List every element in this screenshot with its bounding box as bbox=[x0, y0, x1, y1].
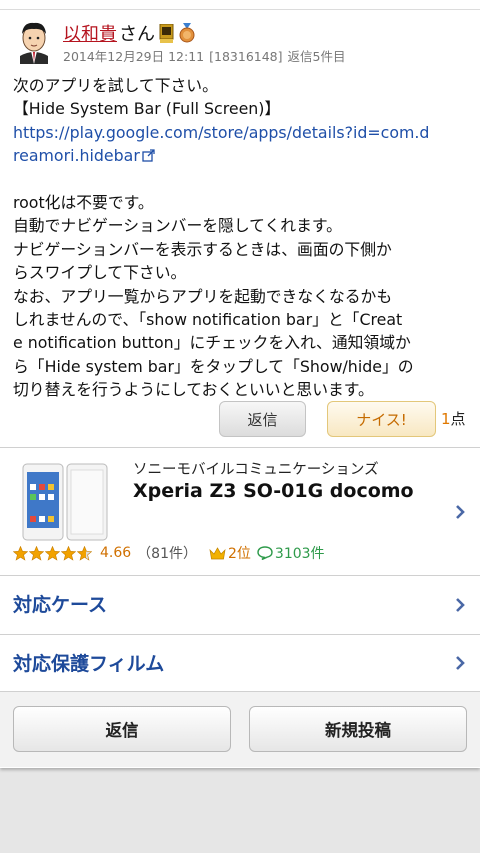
ranking[interactable]: 2位 bbox=[228, 543, 251, 563]
body-line: らスワイプして下さい。 bbox=[13, 263, 187, 283]
nice-count: 1点 bbox=[441, 408, 466, 429]
body-line: 切り替えを行うようにしておくといいと思います。 bbox=[13, 380, 374, 400]
author-name-link[interactable]: 以和貴 bbox=[63, 20, 117, 46]
screen-protector-label: 対応保護フィルム bbox=[13, 653, 165, 675]
app-link-line1[interactable]: https://play.google.com/store/apps/detai… bbox=[13, 123, 429, 142]
rating-value: 4.66 bbox=[100, 545, 132, 561]
compatible-cases-label: 対応ケース bbox=[13, 594, 108, 616]
nice-button[interactable]: ナイス! bbox=[327, 401, 436, 437]
star-icon bbox=[61, 545, 76, 561]
post-date: 2014年12月29日 12:11 bbox=[63, 49, 205, 64]
new-post-button[interactable]: 新規投稿 bbox=[249, 706, 467, 752]
rating-stars bbox=[13, 545, 93, 561]
star-icon bbox=[13, 545, 28, 561]
star-half-icon bbox=[77, 545, 92, 561]
body-line: 【Hide System Bar (Full Screen)】 bbox=[13, 99, 281, 119]
body-line: 次のアプリを試して下さい。 bbox=[13, 76, 218, 95]
body-line: root化は不要です。 bbox=[13, 192, 154, 212]
product-stats: 4.66 （81件） 2位 3103件 bbox=[13, 542, 325, 564]
post-id: [18316148] bbox=[209, 49, 283, 64]
post-meta: 2014年12月29日 12:11 [18316148] 返信5件目 bbox=[63, 46, 350, 65]
screen-protector-link[interactable]: 対応保護フィルム bbox=[0, 635, 480, 693]
medal-icon bbox=[179, 23, 195, 43]
reply-number: 返信5件目 bbox=[287, 49, 346, 64]
body-line: しれませんので、「show notification bar」と「Creat bbox=[13, 309, 403, 329]
star-icon bbox=[45, 545, 60, 561]
product-name[interactable]: Xperia Z3 SO-01G docomo bbox=[133, 480, 414, 502]
comment-bubble-icon bbox=[257, 546, 273, 560]
compatible-cases-link[interactable]: 対応ケース bbox=[0, 576, 480, 634]
body-line: ナビゲーションバーを表示するときは、画面の下側か bbox=[13, 239, 392, 259]
author-suffix: さん bbox=[119, 24, 155, 45]
post-body: 次のアプリを試して下さい。 【Hide System Bar (Full Scr… bbox=[13, 74, 471, 401]
author-line: 以和貴 さん bbox=[63, 21, 196, 45]
review-count[interactable]: （81件） bbox=[137, 543, 197, 563]
comment-count[interactable]: 3103件 bbox=[275, 543, 325, 563]
app-link-line2[interactable]: reamori.hidebar bbox=[13, 146, 140, 165]
body-line: 自動でナビゲーションバーを隠してくれます。 bbox=[13, 216, 342, 236]
reply-button[interactable]: 返信 bbox=[219, 401, 306, 437]
crown-icon bbox=[209, 546, 226, 559]
top-divider bbox=[0, 0, 480, 10]
product-image bbox=[22, 463, 108, 541]
nice-count-value: 1 bbox=[441, 410, 451, 428]
thread-page: 以和貴 さん 2014年12月29日 12:11 [18316148] 返信5件目 … bbox=[0, 0, 480, 768]
chevron-right-icon[interactable] bbox=[455, 655, 465, 671]
body-blank bbox=[13, 168, 471, 191]
avatar[interactable] bbox=[14, 20, 54, 64]
nice-count-unit: 点 bbox=[450, 410, 466, 428]
badge-icon bbox=[159, 23, 174, 43]
body-line: ら「Hide system bar」をタップして「Show/hide」の bbox=[13, 356, 414, 376]
body-line: なお、アプリ一覧からアプリを起動できなくなるかも bbox=[13, 286, 393, 306]
reply-thread-button[interactable]: 返信 bbox=[13, 706, 231, 752]
chevron-right-icon[interactable] bbox=[455, 504, 465, 520]
external-link-icon bbox=[142, 149, 155, 162]
product-maker: ソニーモバイルコミュニケーションズ bbox=[133, 462, 379, 478]
star-icon bbox=[29, 545, 44, 561]
body-line: e notification button」にチェックを入れ、通知領域か bbox=[13, 333, 411, 353]
chevron-right-icon[interactable] bbox=[455, 597, 465, 613]
